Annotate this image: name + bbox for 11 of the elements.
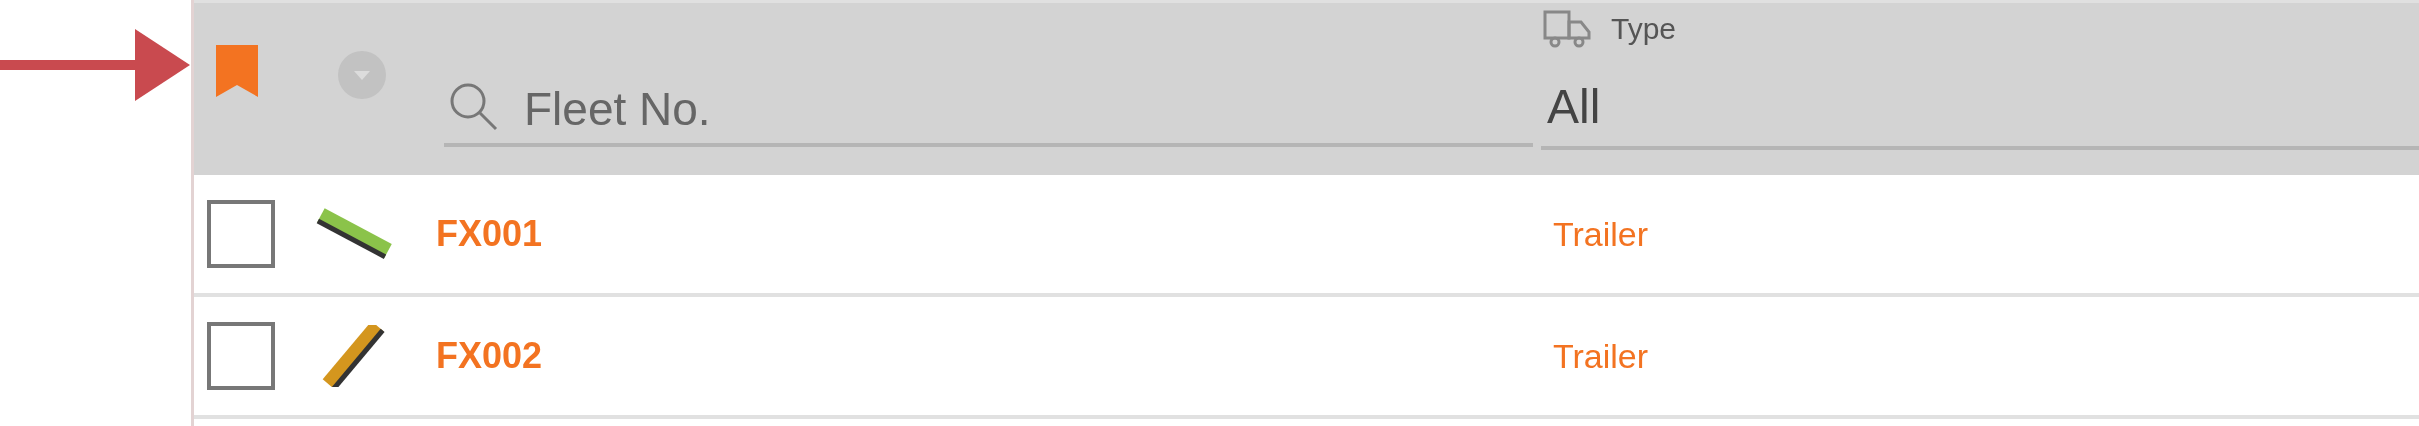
- checkbox[interactable]: [207, 322, 275, 390]
- search-icon: [448, 81, 500, 133]
- type-select[interactable]: All: [1541, 79, 2419, 150]
- checkbox[interactable]: [207, 200, 275, 268]
- search-field[interactable]: Fleet No.: [444, 75, 1533, 147]
- truck-icon: [1543, 10, 1593, 48]
- vehicle-type: Trailer: [1552, 214, 1649, 253]
- fleet-number[interactable]: FX002: [436, 335, 543, 376]
- fleet-number[interactable]: FX001: [436, 213, 543, 254]
- vehicle-type: Trailer: [1552, 336, 1649, 375]
- type-label: Type: [1611, 12, 1677, 46]
